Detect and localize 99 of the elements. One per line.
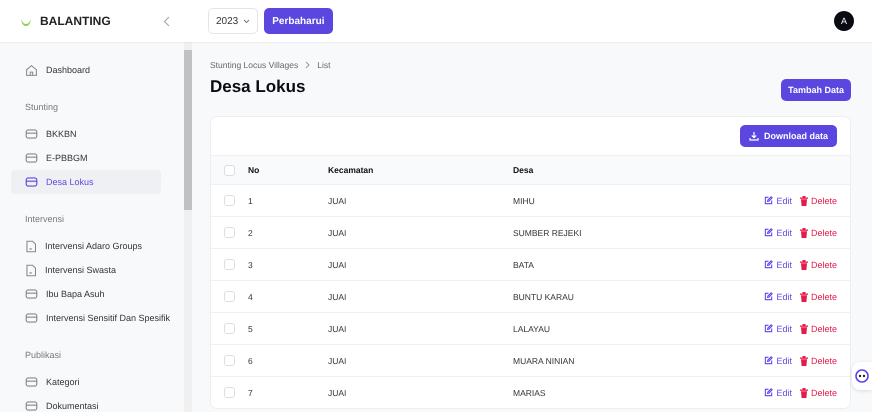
delete-link[interactable]: Delete	[800, 388, 837, 398]
chat-bot-icon	[855, 369, 869, 383]
district-cell-text: JUAI	[328, 356, 348, 366]
number-cell-text: 5	[248, 324, 254, 334]
district-cell-text: JUAI	[328, 260, 348, 270]
trash-icon	[800, 388, 808, 398]
edit-link[interactable]: Edit	[764, 196, 792, 206]
district-cell-text: JUAI	[328, 228, 348, 238]
edit-link[interactable]: Edit	[764, 356, 792, 366]
village-cell-text: SUMBER REJEKI	[513, 228, 582, 238]
delete-link[interactable]: Delete	[800, 356, 837, 366]
number-cell-text: 2	[248, 228, 254, 238]
row-checkbox[interactable]	[224, 323, 235, 334]
breadcrumb-link[interactable]: Stunting Locus Villages	[210, 60, 298, 70]
chat-widget-button[interactable]	[852, 362, 872, 390]
village-cell-text: BUNTU KARAU	[513, 292, 575, 302]
sidebar-item[interactable]: Dashboard	[11, 58, 161, 82]
row-checkbox[interactable]	[224, 195, 235, 206]
tray-icon	[25, 128, 38, 140]
sidebar-item[interactable]: Desa Lokus	[11, 170, 161, 194]
edit-icon	[764, 196, 774, 205]
district-cell-text: JUAI	[328, 196, 348, 206]
number-cell-text: 6	[248, 356, 254, 366]
tray-icon	[25, 152, 38, 164]
delete-link[interactable]: Delete	[800, 196, 837, 206]
page-title: Desa Lokus	[210, 77, 306, 97]
edit-icon	[764, 228, 774, 237]
sidebar-item[interactable]: Kategori	[11, 370, 161, 394]
row-checkbox[interactable]	[224, 291, 235, 302]
row-checkbox[interactable]	[224, 227, 235, 238]
delete-link[interactable]: Delete	[800, 292, 837, 302]
village-cell-text: LALAYAU	[513, 324, 552, 334]
trash-icon	[800, 356, 808, 366]
village-cell-text: MIHU	[513, 196, 536, 206]
refresh-button[interactable]: Perbaharui	[264, 8, 332, 34]
year-select[interactable]: 2023	[208, 8, 258, 34]
district-cell-text: JUAI	[328, 324, 348, 334]
sidebar-item[interactable]: BKKBN	[11, 122, 161, 146]
trash-icon	[800, 228, 808, 238]
tray-icon	[25, 288, 38, 300]
number-cell-text: 1	[248, 196, 254, 206]
village-cell-text: MARIAS	[513, 388, 547, 398]
tray-icon	[25, 176, 38, 188]
trash-icon	[800, 196, 808, 206]
sidebar-item[interactable]: E-PBBGM	[11, 146, 161, 170]
tray-icon	[25, 312, 38, 324]
tray-icon	[25, 400, 38, 412]
section-heading: Intervensi	[24, 213, 66, 226]
column-header: Desa	[513, 165, 534, 175]
sidebar-item[interactable]: Ibu Bapa Asuh	[11, 282, 161, 306]
delete-link[interactable]: Delete	[800, 324, 837, 334]
download-button[interactable]: Download data	[740, 125, 837, 147]
row-checkbox[interactable]	[224, 355, 235, 366]
edit-icon	[764, 324, 774, 333]
add-data-button[interactable]: Tambah Data	[781, 79, 851, 101]
trash-icon	[800, 292, 808, 302]
village-cell-text: BATA	[513, 260, 535, 270]
breadcrumb-current: List	[317, 60, 330, 70]
district-cell-text: JUAI	[328, 388, 348, 398]
column-header: No	[248, 165, 260, 175]
edit-link[interactable]: Edit	[764, 228, 792, 238]
row-checkbox[interactable]	[224, 259, 235, 270]
edit-link[interactable]: Edit	[764, 260, 792, 270]
scrollbar-thumb[interactable]	[184, 50, 192, 210]
tray-icon	[25, 376, 38, 388]
caret-icon	[243, 18, 250, 24]
trash-icon	[800, 260, 808, 270]
delete-link[interactable]: Delete	[800, 228, 837, 238]
district-cell-text: JUAI	[328, 292, 348, 302]
sidebar-item[interactable]: Intervensi Swasta	[11, 258, 161, 282]
collapse-chevron-icon[interactable]	[163, 16, 170, 26]
edit-icon	[764, 260, 774, 269]
download-icon	[748, 131, 759, 141]
number-cell-text: 4	[248, 292, 254, 302]
document-icon	[25, 240, 37, 252]
edit-icon	[764, 356, 774, 365]
home-icon	[25, 64, 38, 76]
edit-link[interactable]: Edit	[764, 292, 792, 302]
document-icon	[25, 264, 37, 276]
section-heading: Stunting	[24, 101, 60, 114]
sidebar-item[interactable]: Intervensi Adaro Groups	[11, 234, 161, 258]
edit-link[interactable]: Edit	[764, 324, 792, 334]
row-checkbox[interactable]	[224, 387, 235, 398]
delete-link[interactable]: Delete	[800, 260, 837, 270]
village-cell-text: MUARA NINIAN	[513, 356, 576, 366]
number-cell-text: 3	[248, 260, 254, 270]
sidebar-item[interactable]: Intervensi Sensitif Dan Spesifik	[11, 306, 184, 330]
user-avatar[interactable]: A	[834, 11, 854, 31]
brand-name: BALANTING	[40, 14, 111, 28]
section-heading: Publikasi	[24, 349, 62, 362]
number-cell-text: 7	[248, 388, 254, 398]
edit-link[interactable]: Edit	[764, 388, 792, 398]
select-all-checkbox[interactable]	[224, 164, 235, 176]
sidebar-item[interactable]: Dokumentasi	[11, 394, 161, 412]
column-header: Kecamatan	[328, 165, 374, 175]
trash-icon	[800, 324, 808, 334]
edit-icon	[764, 292, 774, 301]
chevron-right-icon	[305, 61, 310, 69]
edit-icon	[764, 388, 774, 397]
